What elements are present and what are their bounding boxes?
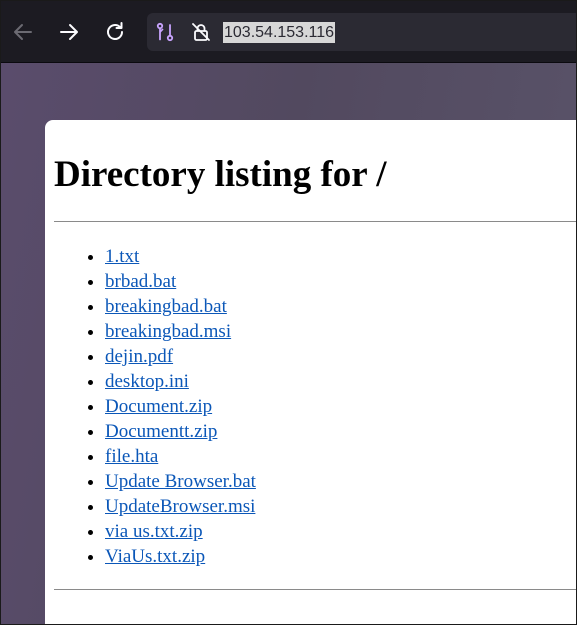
list-item: desktop.ini <box>105 369 256 394</box>
divider <box>54 221 576 222</box>
address-bar[interactable]: 103.54.153.116 <box>147 13 576 51</box>
file-list: 1.txt brbad.bat breakingbad.bat breakingbad… <box>45 244 256 569</box>
file-link[interactable]: Document.zip <box>105 396 212 417</box>
arrow-right-icon <box>57 20 81 44</box>
list-item: Documentt.zip <box>105 419 256 444</box>
list-item: 1.txt <box>105 244 256 269</box>
file-link[interactable]: Documentt.zip <box>105 421 217 442</box>
reload-icon <box>103 20 127 44</box>
file-link[interactable]: ViaUs.txt.zip <box>105 546 205 567</box>
url-text[interactable]: 103.54.153.116 <box>223 22 336 43</box>
browser-toolbar: 103.54.153.116 <box>1 1 576 63</box>
list-item: breakingbad.msi <box>105 319 256 344</box>
browser-window: 103.54.153.116 Directory listing for / 1… <box>0 0 577 625</box>
divider <box>54 589 576 590</box>
file-link[interactable]: breakingbad.msi <box>105 321 231 342</box>
back-button[interactable] <box>9 18 37 46</box>
file-link[interactable]: Update Browser.bat <box>105 471 256 492</box>
file-link[interactable]: file.hta <box>105 446 158 467</box>
arrow-left-icon <box>11 20 35 44</box>
file-link[interactable]: dejin.pdf <box>105 346 173 367</box>
list-item: via us.txt.zip <box>105 519 256 544</box>
forward-button[interactable] <box>55 18 83 46</box>
file-link[interactable]: desktop.ini <box>105 371 189 392</box>
reload-button[interactable] <box>101 18 129 46</box>
list-item: dejin.pdf <box>105 344 256 369</box>
connection-icon[interactable] <box>155 22 175 42</box>
list-item: file.hta <box>105 444 256 469</box>
directory-page: Directory listing for / 1.txt brbad.bat br… <box>45 120 576 624</box>
list-item: Document.zip <box>105 394 256 419</box>
page-title: Directory listing for / <box>54 154 387 195</box>
insecure-lock-icon[interactable] <box>191 22 211 42</box>
list-item: breakingbad.bat <box>105 294 256 319</box>
file-link[interactable]: via us.txt.zip <box>105 521 203 542</box>
file-link[interactable]: 1.txt <box>105 246 139 267</box>
list-item: UpdateBrowser.msi <box>105 494 256 519</box>
file-link[interactable]: brbad.bat <box>105 271 176 292</box>
list-item: ViaUs.txt.zip <box>105 544 256 569</box>
list-item: brbad.bat <box>105 269 256 294</box>
file-link[interactable]: UpdateBrowser.msi <box>105 496 255 517</box>
list-item: Update Browser.bat <box>105 469 256 494</box>
file-link[interactable]: breakingbad.bat <box>105 296 227 317</box>
